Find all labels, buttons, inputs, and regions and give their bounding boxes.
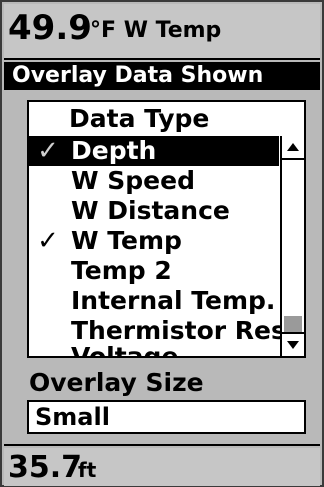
list-item-label: Voltage — [71, 342, 179, 358]
scroll-thumb[interactable] — [284, 316, 302, 332]
top-readout: 49.9 °F W Temp — [4, 4, 320, 58]
list-item-temp-2[interactable]: Temp 2 — [29, 256, 279, 286]
list-item-depth[interactable]: ✓ Depth — [29, 136, 279, 166]
check-icon: ✓ — [37, 226, 59, 256]
list-item-label: Depth — [71, 136, 157, 165]
overlay-size-field[interactable]: Small — [27, 400, 306, 434]
check-icon: ✓ — [37, 136, 59, 166]
water-temp-value: 49.9 — [8, 8, 92, 48]
device-screen: 49.9 °F W Temp Overlay Data Shown Data T… — [0, 0, 324, 487]
list-item-label: Temp 2 — [71, 256, 172, 285]
list-header: Data Type — [69, 104, 210, 133]
list-item-label: W Speed — [71, 166, 195, 195]
list-item-w-speed[interactable]: W Speed — [29, 166, 279, 196]
list-item-label: W Temp — [71, 226, 182, 255]
overlay-data-header: Overlay Data Shown — [4, 62, 320, 90]
bottom-readout: 35.7 ft — [4, 448, 320, 486]
list-item-w-temp[interactable]: ✓ W Temp — [29, 226, 279, 256]
data-type-list[interactable]: Data Type ✓ Depth W Speed W Distance ✓ W… — [27, 100, 306, 358]
divider — [4, 58, 320, 60]
list-item-internal-temp[interactable]: Internal Temp. — [29, 286, 279, 316]
depth-value: 35.7 — [8, 450, 83, 485]
list-scrollbar[interactable] — [280, 136, 304, 356]
depth-unit: ft — [78, 458, 97, 482]
list-item-label: Internal Temp. — [71, 286, 276, 315]
scroll-down-icon[interactable] — [282, 332, 304, 356]
overlay-size-label: Overlay Size — [29, 368, 204, 397]
list-item-w-distance[interactable]: W Distance — [29, 196, 279, 226]
scroll-up-icon[interactable] — [282, 136, 304, 160]
list-item-voltage[interactable]: Voltage — [29, 342, 279, 358]
water-temp-unit: °F W Temp — [90, 18, 222, 43]
list-item-label: W Distance — [71, 196, 230, 225]
divider — [4, 444, 320, 446]
